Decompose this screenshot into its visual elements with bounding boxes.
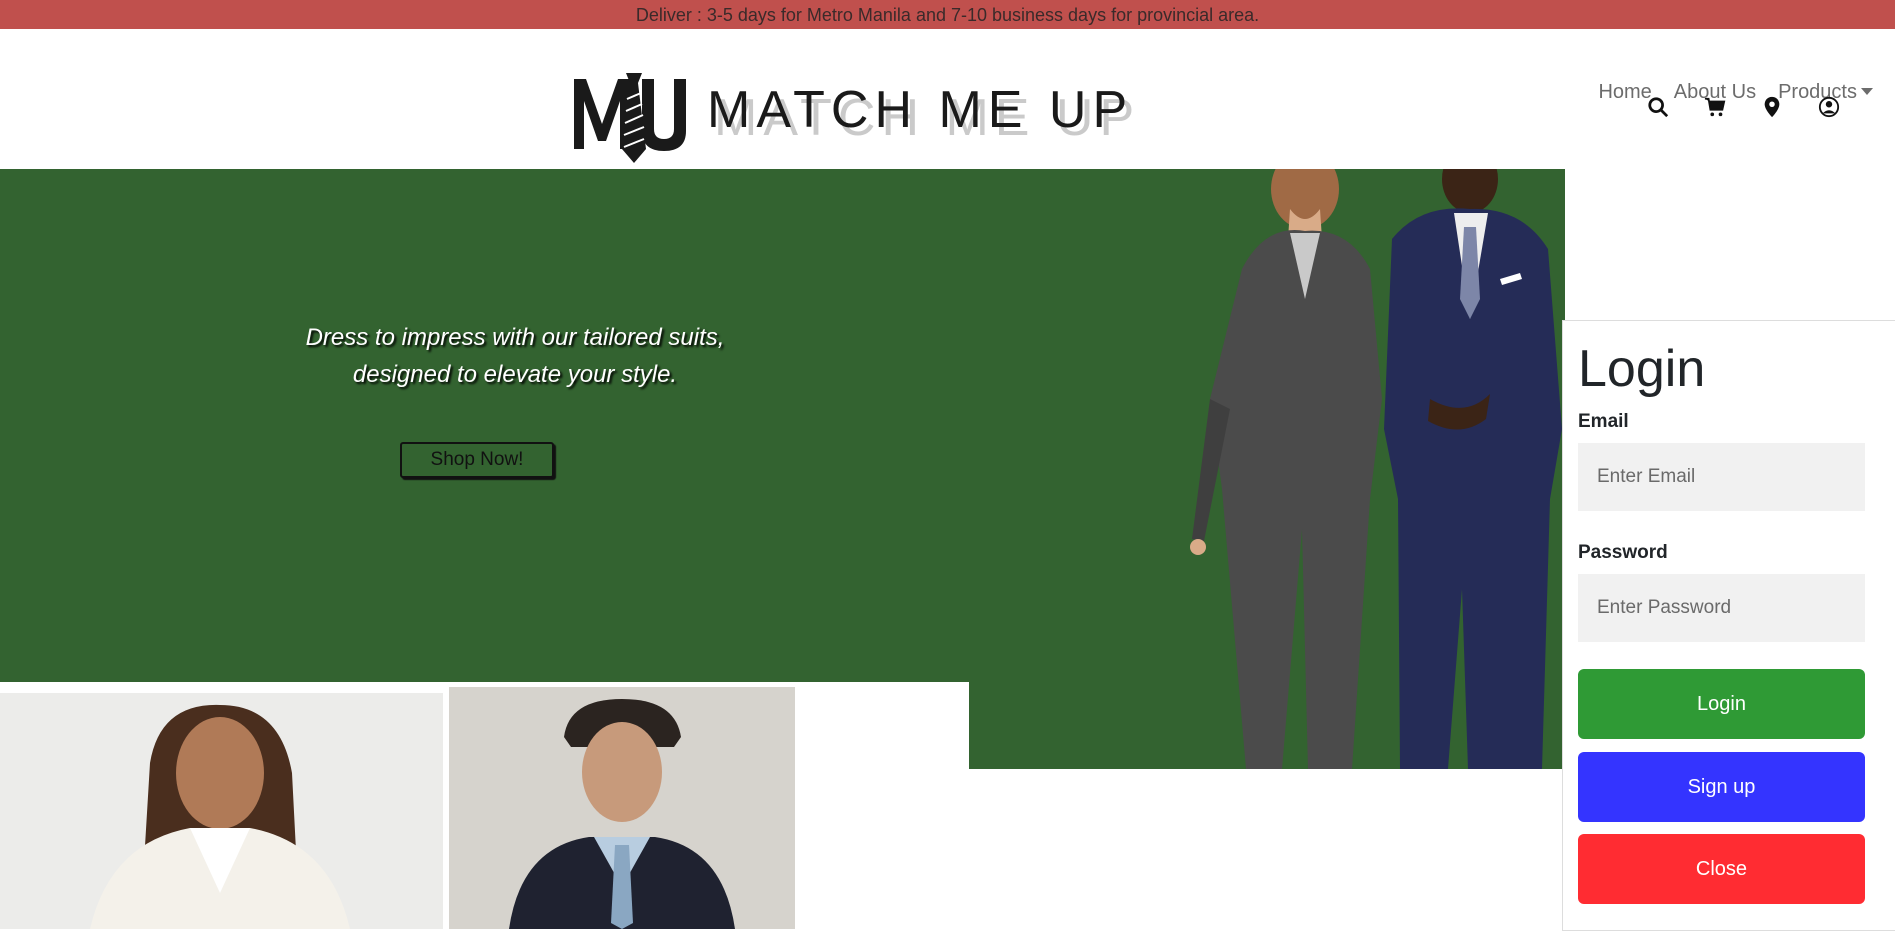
login-button[interactable]: Login <box>1578 669 1865 739</box>
product-image-women[interactable] <box>0 693 443 929</box>
login-panel: Login Email Password Login Sign up Close <box>1562 320 1895 931</box>
close-button[interactable]: Close <box>1578 834 1865 904</box>
password-field[interactable] <box>1578 574 1865 642</box>
user-icon[interactable] <box>1818 96 1842 120</box>
location-icon[interactable] <box>1761 96 1785 120</box>
chevron-down-icon <box>1861 88 1873 95</box>
signup-button[interactable]: Sign up <box>1578 752 1865 822</box>
login-title: Login <box>1578 340 1706 398</box>
email-label: Email <box>1578 411 1629 432</box>
hero-tagline: Dress to impress with our tailored suits… <box>215 319 815 393</box>
cart-icon[interactable] <box>1704 96 1728 120</box>
header-icons <box>1647 96 1875 120</box>
hero-tagline-line-2: designed to elevate your style. <box>352 361 678 388</box>
search-icon[interactable] <box>1647 96 1671 120</box>
email-field[interactable] <box>1578 443 1865 511</box>
password-label: Password <box>1578 542 1668 563</box>
nav-home[interactable]: Home <box>1598 81 1651 104</box>
hero-tagline-line-1: Dress to impress with our tailored suits… <box>305 324 725 351</box>
site-header: MATCH ME UP MATCH ME UP Home About Us Pr… <box>0 29 1895 169</box>
hero-models-image <box>1170 169 1580 769</box>
product-image-men[interactable] <box>449 687 795 929</box>
svg-text:MATCH ME UP: MATCH ME UP <box>707 81 1133 139</box>
shop-now-button[interactable]: Shop Now! <box>400 442 554 478</box>
delivery-announcement: Deliver : 3-5 days for Metro Manila and … <box>0 0 1895 29</box>
